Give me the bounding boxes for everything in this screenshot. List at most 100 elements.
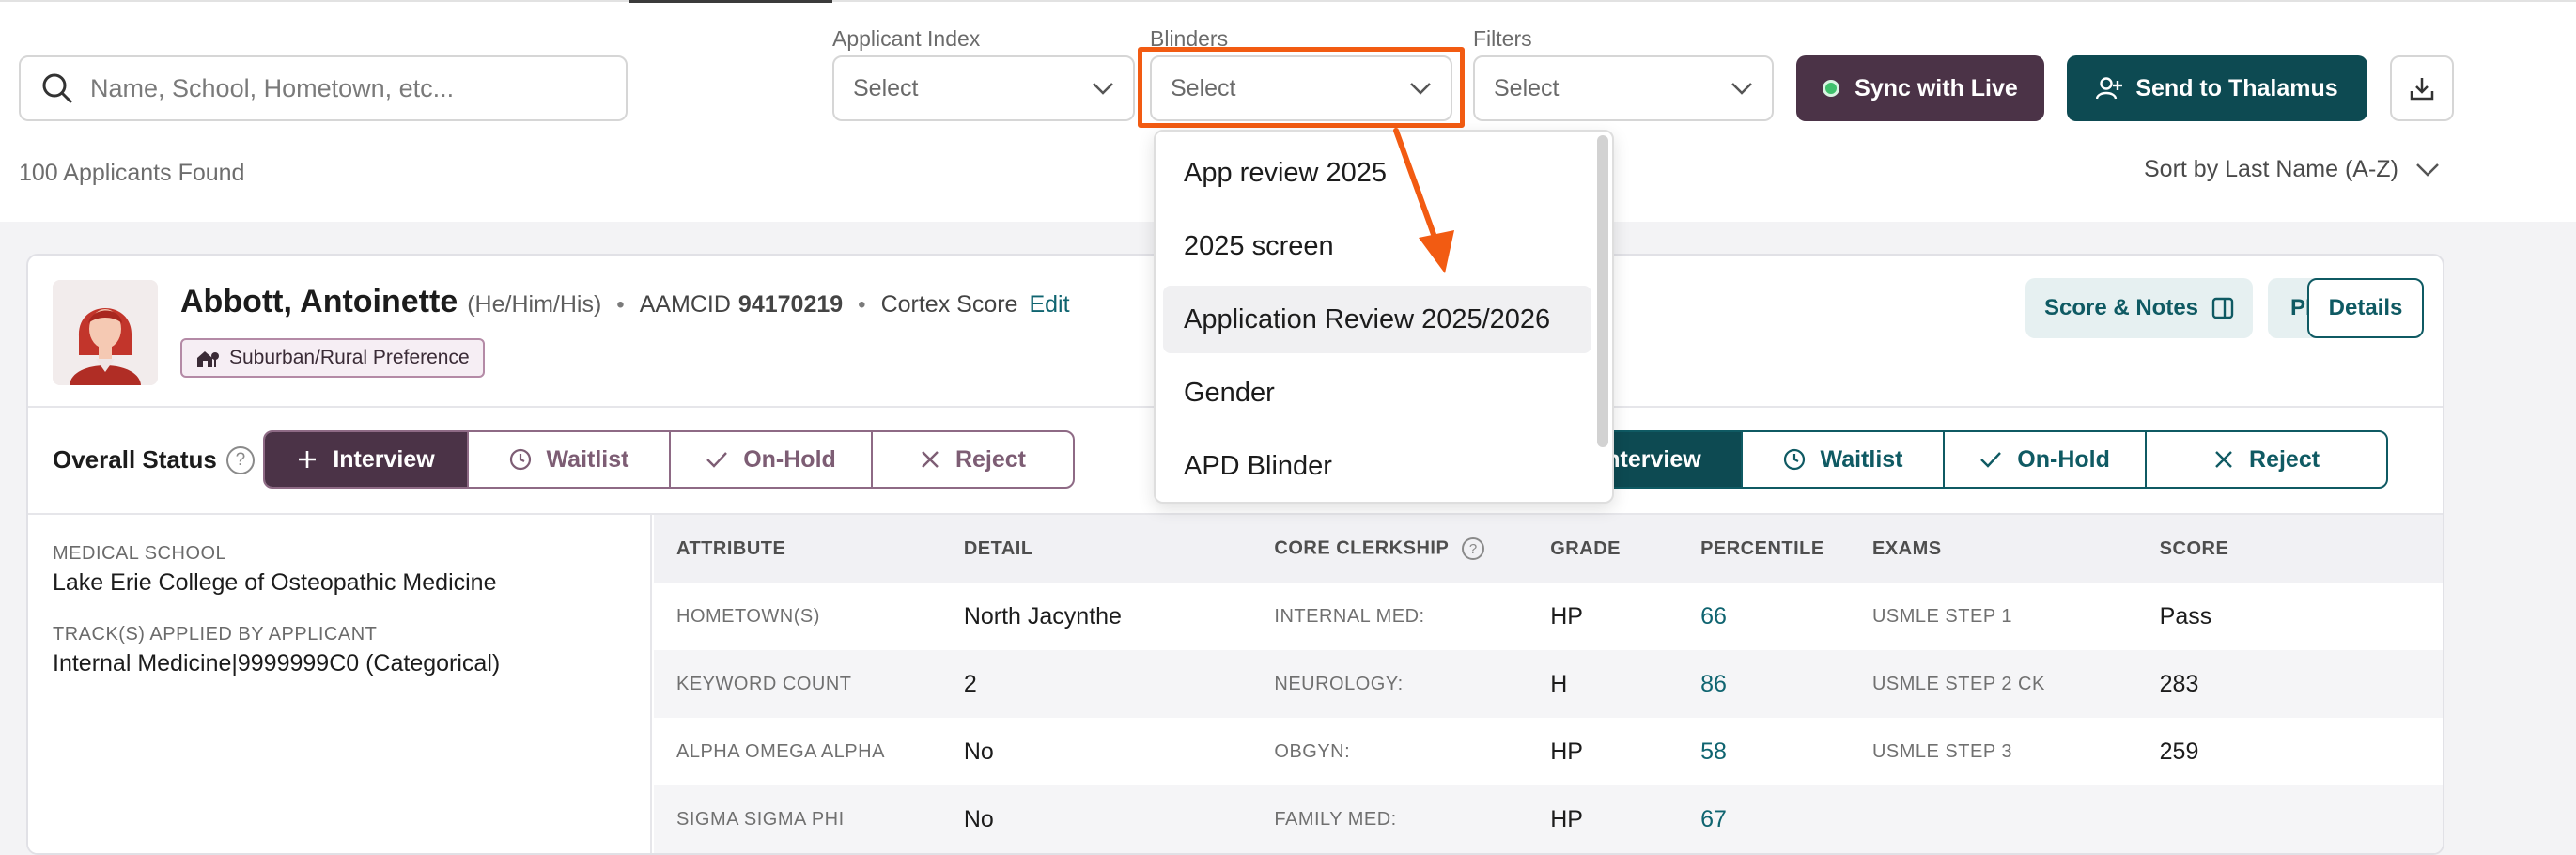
details-label: Details <box>2328 295 2403 320</box>
table-cell: INTERNAL MED: <box>1274 605 1425 627</box>
clock-icon <box>1783 448 1805 471</box>
status-onhold-button[interactable]: On-Hold <box>669 432 871 487</box>
applicant-pronouns: (He/Him/His) <box>467 291 602 318</box>
program-reject-button[interactable]: Reject <box>2145 432 2386 487</box>
blinder-option[interactable]: App review 2025 <box>1163 139 1591 207</box>
table-cell: SIGMA SIGMA PHI <box>654 785 941 853</box>
column-header: DETAIL <box>940 515 1252 583</box>
column-header: GRADE <box>1528 515 1679 583</box>
preference-badge-label: Suburban/Rural Preference <box>229 347 470 368</box>
blinders-dropdown-menu: App review 2025 2025 screen Application … <box>1154 130 1614 504</box>
table-cell <box>1849 785 2137 853</box>
status-interview-label: Interview <box>333 445 435 473</box>
table-cell: ALPHA OMEGA ALPHA <box>676 740 885 762</box>
x-icon <box>922 451 939 468</box>
table-cell: USMLE STEP 1 <box>1871 605 2012 627</box>
table-cell: 2 <box>940 650 1252 718</box>
column-header: ATTRIBUTE <box>654 515 941 583</box>
column-header: PERCENTILE <box>1678 515 1850 583</box>
table-cell: USMLE STEP 3 <box>1871 740 2012 762</box>
filters-select[interactable]: Select <box>1473 55 1774 121</box>
percentile-link[interactable]: 67 <box>1678 785 1850 853</box>
dropdown-scrollbar[interactable] <box>1597 135 1608 447</box>
program-waitlist-label: Waitlist <box>1820 445 1903 473</box>
table-cell: USMLE STEP 2 CK <box>1849 650 2137 718</box>
program-onhold-label: On-Hold <box>2017 445 2110 473</box>
table-cell: HP <box>1550 602 1583 630</box>
download-icon <box>2410 78 2434 101</box>
cortex-score-label: Cortex Score <box>880 291 1018 318</box>
status-interview-button[interactable]: Interview <box>265 432 467 487</box>
score-notes-button[interactable]: Score & Notes <box>2025 278 2253 338</box>
blinder-option[interactable]: 2025 screen <box>1163 212 1591 280</box>
check-icon <box>1980 452 2002 468</box>
program-onhold-button[interactable]: On-Hold <box>1943 432 2145 487</box>
table-cell: OBGYN: <box>1274 740 1351 762</box>
table-cell: HP <box>1528 785 1679 853</box>
details-button[interactable]: Details <box>2307 278 2424 338</box>
program-waitlist-button[interactable]: Waitlist <box>1740 432 1943 487</box>
check-icon <box>706 452 728 468</box>
help-icon[interactable]: ? <box>1462 537 1485 560</box>
download-button[interactable] <box>2390 55 2454 121</box>
applicant-index-value: Select <box>853 74 919 101</box>
chevron-down-icon <box>1093 83 1113 95</box>
cortex-edit-link[interactable]: Edit <box>1029 291 1069 319</box>
percentile-link[interactable]: 66 <box>1678 583 1850 650</box>
status-onhold-label: On-Hold <box>743 445 836 473</box>
side-panel-icon <box>2211 297 2234 319</box>
blinder-option-hovered[interactable]: Application Review 2025/2026 <box>1163 286 1591 353</box>
separator-dot: • <box>858 292 866 318</box>
aamcid-label: AAMCID <box>639 291 731 318</box>
applicant-name: Abbott, Antoinette <box>180 284 458 319</box>
program-status-toggle: Interview Waitlist On-Hold Reject <box>1522 430 2388 489</box>
clock-icon <box>509 448 531 471</box>
table-row: KEYWORD COUNT 2 NEUROLOGY: H 86 USMLE ST… <box>654 650 2443 718</box>
status-waitlist-button[interactable]: Waitlist <box>467 432 669 487</box>
send-to-thalamus-button[interactable]: Send to Thalamus <box>2067 55 2367 121</box>
search-icon <box>42 73 72 103</box>
percentile-link[interactable]: 86 <box>1678 650 1850 718</box>
user-plus-icon <box>2096 77 2123 100</box>
top-border <box>0 0 2576 2</box>
tracks-label: TRACK(S) APPLIED BY APPLICANT <box>53 624 378 645</box>
column-header: EXAMS <box>1849 515 2137 583</box>
table-cell: NEUROLOGY: <box>1251 650 1529 718</box>
table-row: ALPHA OMEGA ALPHA No OBGYN: HP 58 USMLE … <box>654 718 2443 785</box>
separator-dot: • <box>616 292 625 318</box>
x-icon <box>2215 451 2232 468</box>
applicant-index-select[interactable]: Select <box>832 55 1135 121</box>
table-cell: North Jacynthe <box>963 602 1122 630</box>
status-reject-label: Reject <box>954 445 1027 473</box>
sort-label: Sort by Last Name (A-Z) <box>2144 156 2398 182</box>
applicants-count: 100 Applicants Found <box>19 160 245 186</box>
table-cell: No <box>940 785 1252 853</box>
help-icon[interactable]: ? <box>225 445 255 474</box>
percentile-link[interactable]: 58 <box>1678 718 1850 785</box>
table-row: SIGMA SIGMA PHI No FAMILY MED: HP 67 <box>654 785 2443 853</box>
filters-value: Select <box>1494 74 1560 101</box>
applicant-avatar <box>53 280 158 385</box>
status-waitlist-label: Waitlist <box>546 445 629 473</box>
sync-with-live-button[interactable]: Sync with Live <box>1796 55 2044 121</box>
blinders-highlight-box <box>1138 47 1465 128</box>
applicant-index-label: Applicant Index <box>832 26 981 51</box>
medical-school-value: Lake Erie College of Osteopathic Medicin… <box>53 569 497 596</box>
blinder-option[interactable]: APD Blinder <box>1163 432 1591 500</box>
column-header-label: CORE CLERKSHIP <box>1274 537 1450 559</box>
overall-status: Overall Status ? <box>53 445 255 474</box>
chevron-down-icon <box>2416 163 2439 177</box>
sort-dropdown[interactable]: Sort by Last Name (A-Z) <box>2144 156 2440 183</box>
search-input[interactable] <box>90 73 579 103</box>
column-header-core-clerkship: CORE CLERKSHIP? <box>1251 515 1529 583</box>
table-cell: KEYWORD COUNT <box>654 650 941 718</box>
column-header: SCORE <box>2136 515 2443 583</box>
status-reject-button[interactable]: Reject <box>871 432 1073 487</box>
active-tab-indicator <box>629 0 832 3</box>
blinder-option[interactable]: Gender <box>1163 359 1591 427</box>
search-box[interactable] <box>19 55 628 121</box>
table-header-row: ATTRIBUTE DETAIL CORE CLERKSHIP? GRADE P… <box>654 515 2443 583</box>
send-label: Send to Thalamus <box>2135 74 2338 101</box>
table-row: HOMETOWN(S) North Jacynthe INTERNAL MED:… <box>654 583 2443 650</box>
table-cell: H <box>1528 650 1679 718</box>
